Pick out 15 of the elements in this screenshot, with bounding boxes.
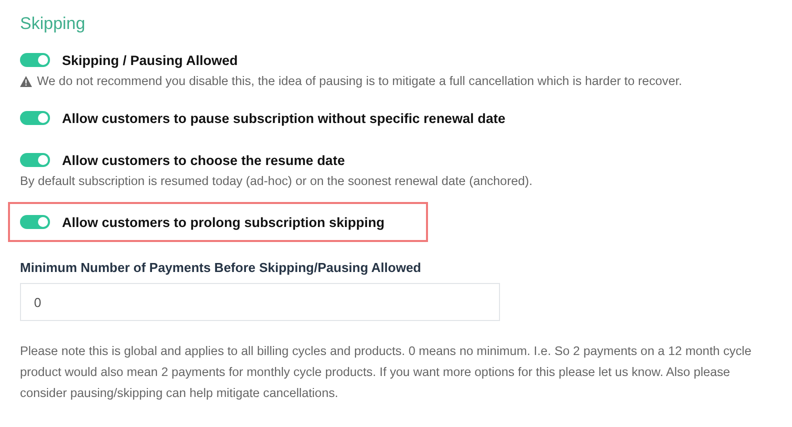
setting-label: Allow customers to choose the resume date xyxy=(62,152,345,168)
toggle-switch[interactable] xyxy=(20,53,50,67)
field-label: Minimum Number of Payments Before Skipping/Pausing Allowed xyxy=(20,260,422,275)
footnote: Please note this is global and applies to all billing cycles and products. 0 means no minimum. I.e. So 2 payments on a 12 month cycle product would also mean 2 payments for monthly cycle products. If you want more options for this please let us know. Also please consider pausing/skipping can help mitigate cancellations. xyxy=(20,343,752,402)
setting-label: Skipping / Pausing Allowed xyxy=(62,52,238,68)
toggle-switch[interactable] xyxy=(20,153,50,167)
setting-note: We do not recommend you disable this, the idea of pausing is to mitigate a full cancellation which is harder to recover. xyxy=(37,74,682,88)
setting-label: Allow customers to pause subscription without specific renewal date xyxy=(62,110,506,126)
warning-icon xyxy=(20,76,32,86)
input-field[interactable]: 0 xyxy=(20,283,500,321)
section-title: Skipping xyxy=(20,14,86,34)
setting-note: By default subscription is resumed today (ad-hoc) or on the soonest renewal date (anchored). xyxy=(20,174,532,188)
toggle-switch[interactable] xyxy=(20,215,50,229)
setting-label: Allow customers to prolong subscription skipping xyxy=(62,214,385,230)
toggle-switch[interactable] xyxy=(20,111,50,125)
